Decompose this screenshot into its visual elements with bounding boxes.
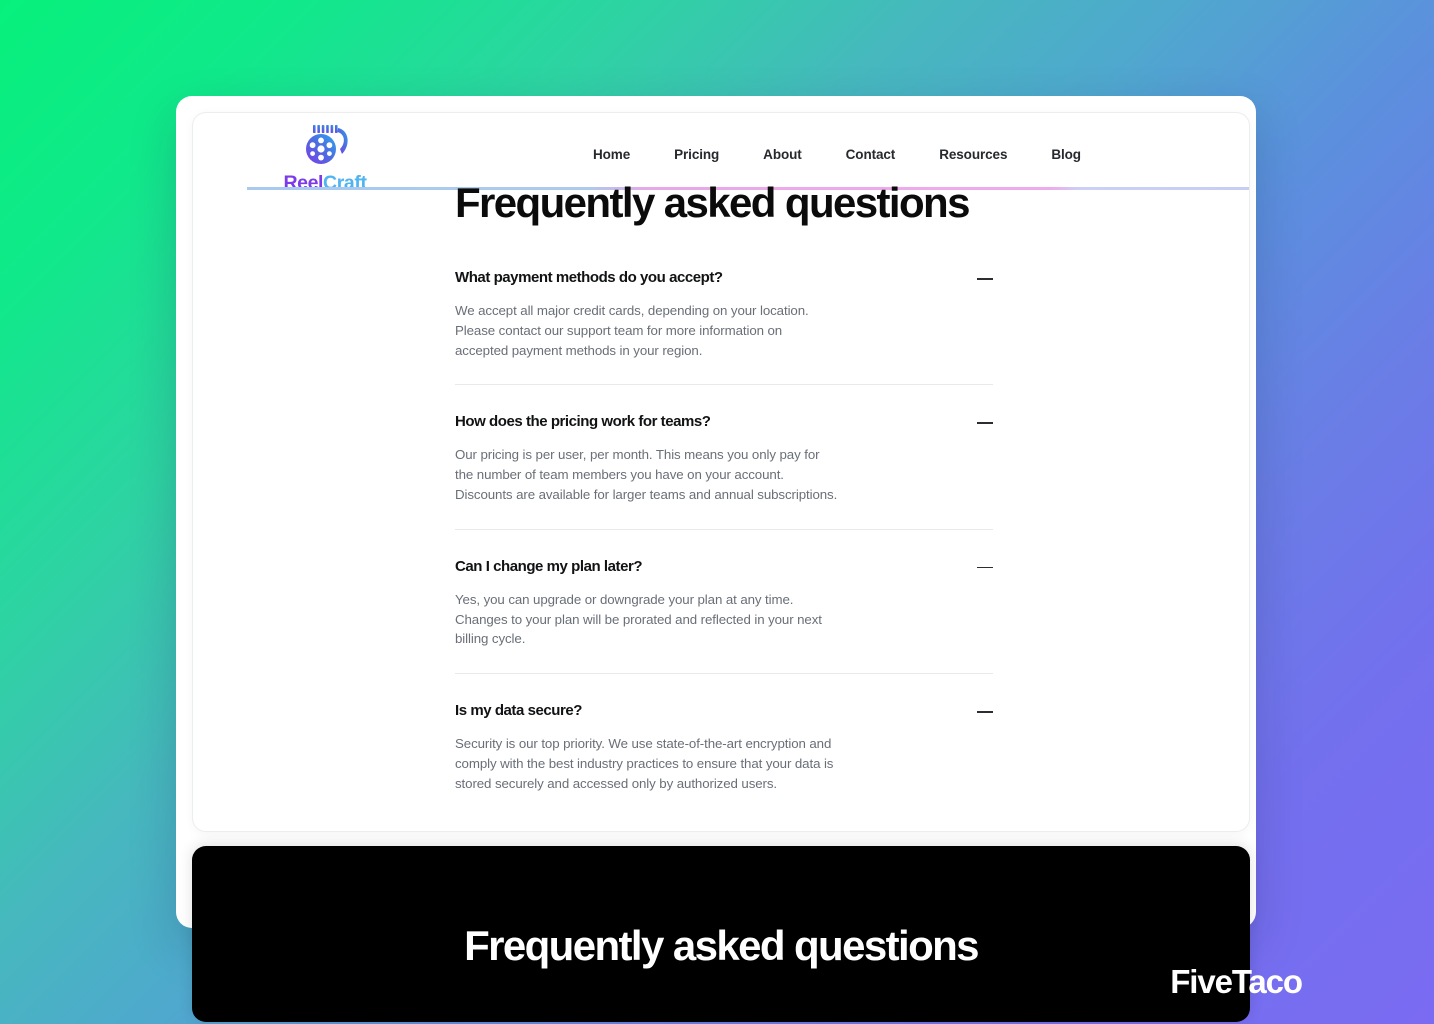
faq-question-row[interactable]: How does the pricing work for teams? <box>455 413 993 431</box>
faq-item-team-pricing[interactable]: How does the pricing work for teams? Our… <box>455 385 993 530</box>
faq-answer-line: accepted payment methods in your region. <box>455 342 703 358</box>
nav-item-pricing[interactable]: Pricing <box>674 147 719 162</box>
nav-item-about[interactable]: About <box>763 147 802 162</box>
faq-answer-line: Changes to your plan will be prorated an… <box>455 611 822 627</box>
nav-item-blog[interactable]: Blog <box>1051 147 1081 162</box>
cta-heading: Frequently asked questions <box>464 922 979 969</box>
minus-icon[interactable] <box>977 271 993 287</box>
brand-name-part1: Reel <box>283 172 324 194</box>
cta-band: Frequently asked questions <box>192 846 1250 1022</box>
site-header: ReelCraft Home Pricing About Contact Res… <box>193 113 1249 193</box>
faq-question: Can I change my plan later? <box>455 557 643 575</box>
nav-item-resources[interactable]: Resources <box>939 147 1007 162</box>
faq-answer: Yes, you can upgrade or downgrade your p… <box>455 590 993 649</box>
page-card: ReelCraft Home Pricing About Contact Res… <box>192 112 1250 832</box>
faq-answer-line: Yes, you can upgrade or downgrade your p… <box>455 591 794 607</box>
faq-question-row[interactable]: Can I change my plan later? <box>455 558 993 576</box>
faq-answer-line: Our pricing is per user, per month. This… <box>455 447 820 463</box>
faq-list: What payment methods do you accept? We a… <box>455 269 993 818</box>
faq-answer-line: Please contact our support team for more… <box>455 322 783 338</box>
faq-answer: Our pricing is per user, per month. This… <box>455 445 993 504</box>
faq-answer-line: We accept all major credit cards, depend… <box>455 303 809 319</box>
faq-answer: We accept all major credit cards, depend… <box>455 301 993 360</box>
faq-answer-line: billing cycle. <box>455 631 526 647</box>
faq-section: Frequently asked questions What payment … <box>455 179 993 818</box>
faq-answer-line: stored securely and accessed only by aut… <box>455 775 778 791</box>
nav-item-home[interactable]: Home <box>593 147 630 162</box>
faq-question-row[interactable]: What payment methods do you accept? <box>455 269 993 287</box>
film-reel-icon <box>306 125 348 164</box>
faq-item-change-plan[interactable]: Can I change my plan later? Yes, you can… <box>455 530 993 675</box>
brand-wordmark: ReelCraft <box>255 172 395 194</box>
nav-item-contact[interactable]: Contact <box>846 147 896 162</box>
minus-icon[interactable] <box>977 704 993 720</box>
faq-answer: Security is our top priority. We use sta… <box>455 734 993 793</box>
brand-logo[interactable]: ReelCraft <box>255 121 395 194</box>
minus-icon[interactable] <box>977 560 993 576</box>
minus-icon[interactable] <box>977 415 993 431</box>
faq-answer-line: the number of team members you have on y… <box>455 467 784 483</box>
fivetaco-watermark: FiveTaco <box>1170 963 1303 1000</box>
faq-question: Is my data secure? <box>455 702 582 720</box>
main-nav: Home Pricing About Contact Resources Blo… <box>593 147 1213 162</box>
faq-answer-line: Discounts are available for larger teams… <box>455 487 838 503</box>
faq-answer-line: comply with the best industry practices … <box>455 756 834 772</box>
faq-question-row[interactable]: Is my data secure? <box>455 702 993 720</box>
faq-question: What payment methods do you accept? <box>455 269 723 287</box>
faq-item-data-security[interactable]: Is my data secure? Security is our top p… <box>455 674 993 817</box>
faq-title: Frequently asked questions <box>455 179 970 226</box>
faq-item-payment-methods[interactable]: What payment methods do you accept? We a… <box>455 269 993 386</box>
faq-answer-line: Security is our top priority. We use sta… <box>455 736 832 752</box>
faq-question: How does the pricing work for teams? <box>455 413 711 431</box>
brand-name-part2: Craft <box>323 172 367 194</box>
